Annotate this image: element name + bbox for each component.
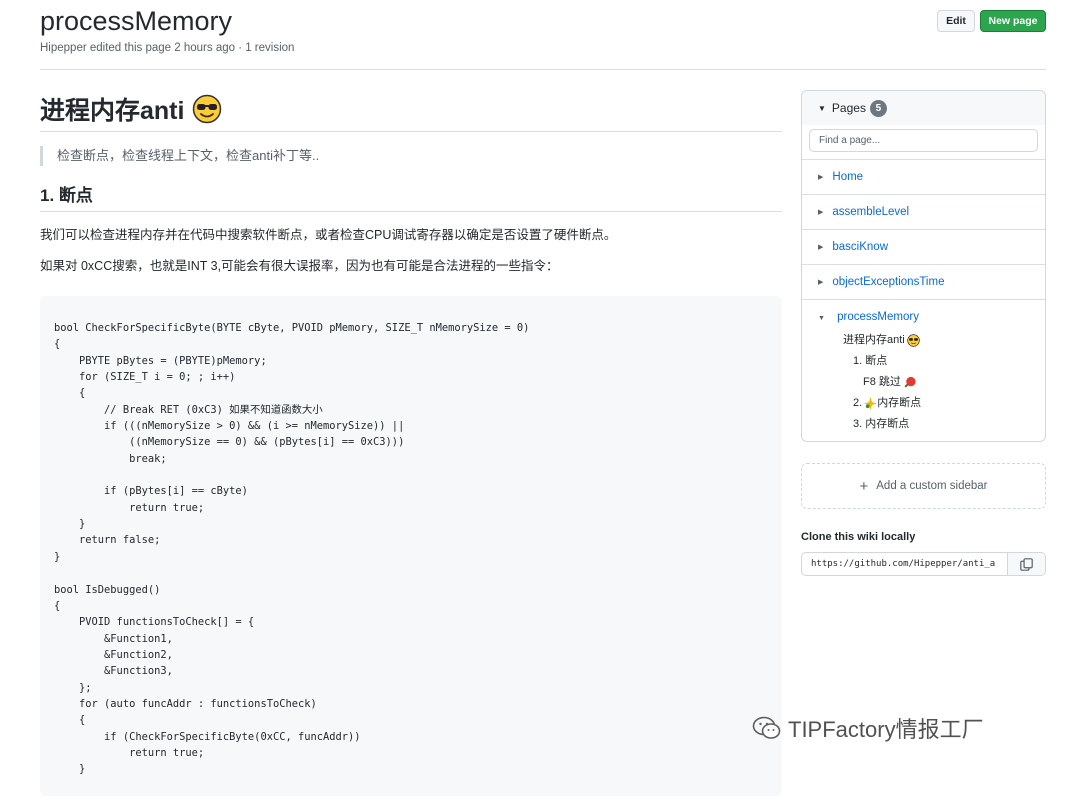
toc-item[interactable]: 2. 内存断点 [818, 393, 1045, 414]
content-heading: 进程内存anti [40, 90, 782, 128]
caret-down-icon: ▼ [818, 103, 826, 113]
code-text: bool CheckForSpecificByte(BYTE cByte, PV… [54, 322, 530, 776]
pages-sidebar: ▼ Pages 5 Find a page... ▶ Home ▶ assemb… [801, 90, 1046, 442]
caret-right-icon: ▶ [818, 209, 824, 216]
toc-item-label: 内存断点 [877, 397, 922, 409]
page-toc: 进程内存anti 1. 断点 F8 跳过 2. 内存断点 3. 内存断点 [818, 330, 1045, 435]
watermark: TIPFactory情报工厂 [752, 712, 984, 744]
toc-item[interactable]: 1. 断点 [818, 351, 1045, 372]
sparkle-emoji-icon [864, 397, 878, 410]
toc-item-label: 3. 内存断点 [853, 418, 910, 430]
clone-url-field: https://github.com/Hipepper/anti_a [801, 552, 1046, 576]
copy-url-button[interactable] [1007, 553, 1045, 575]
sidebar-item-processmemory-link[interactable]: ▼ processMemory [818, 310, 1045, 324]
sidebar-item-label: Home [832, 171, 864, 183]
caret-right-icon: ▶ [818, 279, 824, 286]
sidebar-item-label: assembleLevel [832, 206, 910, 218]
section-heading: 1. 断点 [40, 186, 93, 205]
caret-right-icon: ▶ [818, 244, 824, 251]
plus-icon: + [859, 477, 869, 495]
toc-item[interactable]: 进程内存anti [818, 330, 1045, 351]
clone-title: Clone this wiki locally [801, 531, 916, 543]
blockquote: 检查断点，检查线程上下文，检查anti补丁等.. [40, 146, 782, 166]
caret-right-icon: ▶ [818, 174, 824, 181]
add-custom-sidebar-label: Add a custom sidebar [876, 480, 988, 492]
sidebar-item-label: objectExceptionsTime [832, 276, 945, 288]
pages-label: Pages [831, 101, 866, 115]
code-block: bool CheckForSpecificByte(BYTE cByte, PV… [40, 296, 782, 796]
ping-pong-emoji-icon [904, 376, 916, 388]
sidebar-item-label: processMemory [837, 311, 919, 323]
add-custom-sidebar-button[interactable]: + Add a custom sidebar [801, 463, 1046, 509]
sidebar-item-basciknow[interactable]: ▶ basciKnow [802, 229, 1045, 264]
clone-url-input[interactable]: https://github.com/Hipepper/anti_a [802, 553, 1007, 575]
sidebar-item-objectexceptionstime[interactable]: ▶ objectExceptionsTime [802, 264, 1045, 299]
sidebar-item-home[interactable]: ▶ Home [802, 159, 1045, 194]
section-divider [40, 211, 782, 212]
header-divider [40, 69, 1046, 70]
caret-down-icon: ▼ [818, 315, 825, 322]
sunglasses-emoji-icon [193, 94, 222, 124]
find-page-input[interactable]: Find a page... [809, 129, 1038, 152]
pages-toggle[interactable]: ▼ Pages 5 [802, 91, 1045, 125]
paragraph-1: 我们可以检查进程内存并在代码中搜索软件断点，或者检查CPU调试寄存器以确定是否设… [40, 228, 617, 242]
sunglasses-emoji-icon [907, 334, 920, 347]
heading-divider [40, 131, 782, 132]
paragraph-2: 如果对 0xCC搜索，也就是INT 3,可能会有很大误报率，因为也有可能是合法进… [40, 259, 559, 273]
sidebar-item-label: basciKnow [832, 241, 889, 253]
wiki-content: 进程内存anti 检查断点，检查线程上下文，检查anti补丁等.. 1. 断点 … [40, 90, 782, 276]
watermark-text: TIPFactory情报工厂 [788, 717, 984, 742]
toc-item-label: 进程内存anti [843, 334, 905, 346]
page-title: processMemory [40, 6, 233, 36]
sidebar-item-assemblelevel[interactable]: ▶ assembleLevel [802, 194, 1045, 229]
toc-item[interactable]: 3. 内存断点 [818, 414, 1045, 435]
toc-item[interactable]: F8 跳过 [818, 372, 1045, 393]
sidebar-item-processmemory: ▼ processMemory 进程内存anti 1. 断点 F8 跳过 2. … [802, 299, 1045, 435]
toc-item-label: F8 跳过 [863, 376, 901, 388]
toc-item-label: 1. 断点 [853, 355, 888, 367]
page-meta: Hipepper edited this page 2 hours ago · … [40, 42, 295, 54]
toc-item-label: 2. [853, 397, 863, 409]
wechat-icon [752, 716, 781, 739]
copy-icon [1020, 557, 1033, 571]
new-page-button[interactable]: New page [980, 10, 1046, 32]
content-heading-text: 进程内存anti [40, 97, 185, 125]
pages-count-badge: 5 [869, 99, 887, 117]
edit-button[interactable]: Edit [937, 10, 975, 32]
